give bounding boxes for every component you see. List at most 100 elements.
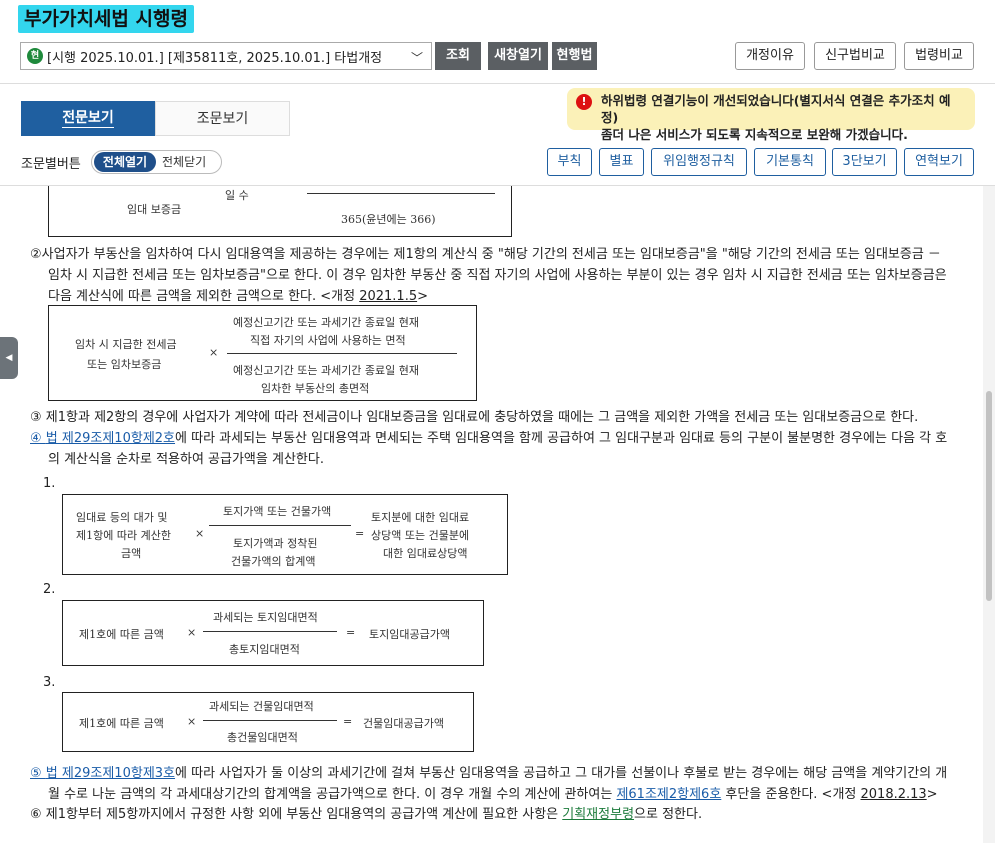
formula-denominator-1: 예정신고기간 또는 과세기간 종료일 현재 xyxy=(233,364,420,377)
item3-numerator: 과세되는 건물임대면적 xyxy=(209,700,314,713)
item3-equals: = xyxy=(343,715,353,728)
formula-box-item-3: 제1호에 따른 금액 × 과세되는 건물임대면적 총건물임대면적 = 건물임대공… xyxy=(62,692,474,752)
version-select-value: [시행 2025.10.01.] [제35811호, 2025.10.01.] … xyxy=(47,50,383,66)
notice-line-1: 하위법령 연결기능이 개선되었습니다(별지서식 연결은 추가조치 예정) xyxy=(601,93,951,125)
item1-equals: = xyxy=(355,527,365,540)
item3-multiply: × xyxy=(187,715,197,728)
old-new-compare-button[interactable]: 신구법비교 xyxy=(814,42,896,70)
tab-article-view[interactable]: 조문보기 xyxy=(155,101,290,136)
current-law-icon: 현 xyxy=(27,48,43,64)
paragraph-5-line-1-text: 에 따라 사업자가 둘 이상의 과세기간에 걸쳐 부동산 임대용역을 공급하고 … xyxy=(175,766,948,781)
law-article-link[interactable]: 법 제29조제10항제3호 xyxy=(46,766,175,781)
paragraph-4-line-2: 의 계산식을 순차로 적용하여 공급가액을 계산한다. xyxy=(48,452,324,467)
article-buttons-label: 조문별버튼 xyxy=(21,157,81,172)
item2-denominator: 총토지임대면적 xyxy=(229,643,300,656)
fraction-line xyxy=(227,353,457,354)
paragraph-5-line-2: 월 수로 나눈 금액의 각 과세대상기간의 합계액을 공급가액으로 한다. 이 … xyxy=(30,784,955,805)
formula-mid: 일 수 xyxy=(225,189,249,202)
notice-line-2: 좀더 나은 서비스가 되도록 지속적으로 보완해 가겠습니다. xyxy=(601,127,908,142)
open-all-button[interactable]: 전체열기 xyxy=(94,152,156,172)
basic-rules-button[interactable]: 기본통칙 xyxy=(754,148,826,176)
tab-full-view-label: 전문보기 xyxy=(62,110,114,128)
formula-box-rent-deposit: 임대 보증금 일 수 365(윤년에는 366) xyxy=(48,186,512,237)
paragraph-2: ②사업자가 부동산을 임차하여 다시 임대용역을 제공하는 경우에는 제1항의 … xyxy=(30,244,955,307)
chevron-down-icon: ﹀ xyxy=(410,51,423,65)
formula-numerator-2: 직접 자기의 사업에 사용하는 면적 xyxy=(250,334,406,347)
formula-left-2: 또는 임차보증금 xyxy=(87,358,162,371)
formula-left: 임대 보증금 xyxy=(127,203,182,216)
amend-date-link[interactable]: 2021.1.5 xyxy=(359,289,417,304)
item1-denominator-1: 토지가액과 정착된 xyxy=(233,537,318,550)
paragraph-6-text: ⑥ 제1항부터 제5항까지에서 규정한 사항 외에 부동산 임대용역의 공급가액… xyxy=(30,807,563,822)
formula-box-item-1: 임대료 등의 대가 및 제1항에 따라 계산한 금액 × 토지가액 또는 건물가… xyxy=(62,494,508,575)
item1-left-3: 금액 xyxy=(121,547,142,560)
paragraph-6-end: 으로 정한다. xyxy=(634,807,703,822)
ministry-ordinance-link[interactable]: 기획재정부령 xyxy=(562,807,634,822)
formula-numerator-1: 예정신고기간 또는 과세기간 종료일 현재 xyxy=(233,316,420,329)
item-number-3: 3. xyxy=(43,675,56,690)
item1-denominator-2: 건물가액의 합계액 xyxy=(231,555,316,568)
item2-multiply: × xyxy=(187,626,197,639)
paragraph-5-line-2-end: > xyxy=(926,787,938,802)
paragraph-5: ⑤ 법 제29조제10항제3호에 따라 사업자가 둘 이상의 과세기간에 걸쳐 … xyxy=(30,763,955,805)
paragraph-4-line-1-text: 에 따라 과세되는 부동산 임대용역과 면세되는 주택 임대용역을 함께 공급하… xyxy=(175,431,948,446)
search-button[interactable]: 조회 xyxy=(435,42,481,70)
item1-numerator: 토지가액 또는 건물가액 xyxy=(223,505,332,518)
item1-multiply: × xyxy=(195,527,205,540)
amend-reason-button[interactable]: 개정이유 xyxy=(735,42,805,70)
item-number-1: 1. xyxy=(43,476,56,491)
close-all-button[interactable]: 전체닫기 xyxy=(162,152,206,172)
item2-numerator: 과세되는 토지임대면적 xyxy=(213,611,318,624)
item2-left: 제1호에 따른 금액 xyxy=(79,628,164,641)
item3-denominator: 총건물임대면적 xyxy=(227,731,298,744)
paragraph-4-line-1: ④ 법 제29조제10항제2호에 따라 과세되는 부동산 임대용역과 면세되는 … xyxy=(30,428,955,449)
tab-full-view[interactable]: 전문보기 xyxy=(21,101,155,136)
paragraph-4-mark: ④ xyxy=(30,431,46,446)
content-scrollbar[interactable] xyxy=(983,186,995,843)
paragraph-2-line-1: ②사업자가 부동산을 임차하여 다시 임대용역을 제공하는 경우에는 제1항의 … xyxy=(30,247,941,262)
toolbar: 현 [시행 2025.10.01.] [제35811호, 2025.10.01.… xyxy=(20,42,980,70)
formula-multiply: × xyxy=(209,346,219,359)
notice-banner: ! 하위법령 연결기능이 개선되었습니다(별지서식 연결은 추가조치 예정) 좀… xyxy=(567,88,975,142)
three-column-button[interactable]: 3단보기 xyxy=(832,148,897,176)
law-compare-button[interactable]: 법령비교 xyxy=(904,42,974,70)
new-window-button[interactable]: 새창열기 xyxy=(488,42,548,70)
expand-toggle: 전체열기 전체닫기 xyxy=(91,150,222,174)
formula-box-lease: 임차 시 지급한 전세금 또는 임차보증금 × 예정신고기간 또는 과세기간 종… xyxy=(48,305,477,401)
formula-denominator-2: 임차한 부동산의 총면적 xyxy=(261,382,370,395)
delegated-rules-button[interactable]: 위임행정규칙 xyxy=(651,148,747,176)
law-article-link[interactable]: 법 제29조제10항제2호 xyxy=(46,431,175,446)
paragraph-5-line-2-mid: 후단을 준용한다. <개정 xyxy=(721,787,861,802)
paragraph-2-line-3-text: 다음 계산식에 따른 금액을 제외한 금액으로 한다. <개정 xyxy=(48,289,360,304)
current-law-button[interactable]: 현행법 xyxy=(552,42,597,70)
paragraph-3: ③ 제1항과 제2항의 경우에 사업자가 계약에 따라 전세금이나 임대보증금을… xyxy=(30,410,919,425)
paragraph-5-mark: ⑤ xyxy=(30,766,46,781)
item1-right-3: 대한 임대료상당액 xyxy=(383,547,468,560)
item2-equals: = xyxy=(346,626,356,639)
paragraph-2-line-2: 임차 시 지급한 전세금 또는 임차보증금"으로 한다. 이 경우 임차한 부동… xyxy=(48,268,947,283)
article-61-link[interactable]: 제61조제2항제6호 xyxy=(616,787,721,802)
formula-left-1: 임차 시 지급한 전세금 xyxy=(75,338,177,351)
item3-left: 제1호에 따른 금액 xyxy=(79,717,164,730)
paragraph-5-line-1: ⑤ 법 제29조제10항제3호에 따라 사업자가 둘 이상의 과세기간에 걸쳐 … xyxy=(30,763,955,784)
paragraph-6: ⑥ 제1항부터 제5항까지에서 규정한 사항 외에 부동산 임대용역의 공급가액… xyxy=(30,804,955,825)
item1-left-1: 임대료 등의 대가 및 xyxy=(76,511,168,524)
addenda-button[interactable]: 부칙 xyxy=(547,148,592,176)
title-bar: 부가가치세법 시행령 xyxy=(0,0,995,38)
divider xyxy=(0,83,995,84)
alert-icon: ! xyxy=(576,94,592,110)
scrollbar-thumb[interactable] xyxy=(986,391,992,601)
history-button[interactable]: 연혁보기 xyxy=(904,148,974,176)
amend-date-link[interactable]: 2018.2.13 xyxy=(861,787,927,802)
page-title: 부가가치세법 시행령 xyxy=(18,5,194,33)
fraction-line xyxy=(209,525,351,526)
fraction-line xyxy=(307,193,495,194)
item2-right: 토지임대공급가액 xyxy=(369,628,450,641)
paragraph-4: ④ 법 제29조제10항제2호에 따라 과세되는 부동산 임대용역과 면세되는 … xyxy=(30,428,955,470)
item1-left-2: 제1항에 따라 계산한 xyxy=(76,529,171,542)
appendix-button[interactable]: 별표 xyxy=(599,148,644,176)
fraction-line xyxy=(203,720,337,721)
side-panel-toggle[interactable]: ◀ xyxy=(0,337,18,379)
version-select[interactable]: 현 [시행 2025.10.01.] [제35811호, 2025.10.01.… xyxy=(20,42,432,70)
article-controls: 조문별버튼 전체열기 전체닫기 부칙 별표 위임행정규칙 기본통칙 3단보기 연… xyxy=(21,148,981,176)
